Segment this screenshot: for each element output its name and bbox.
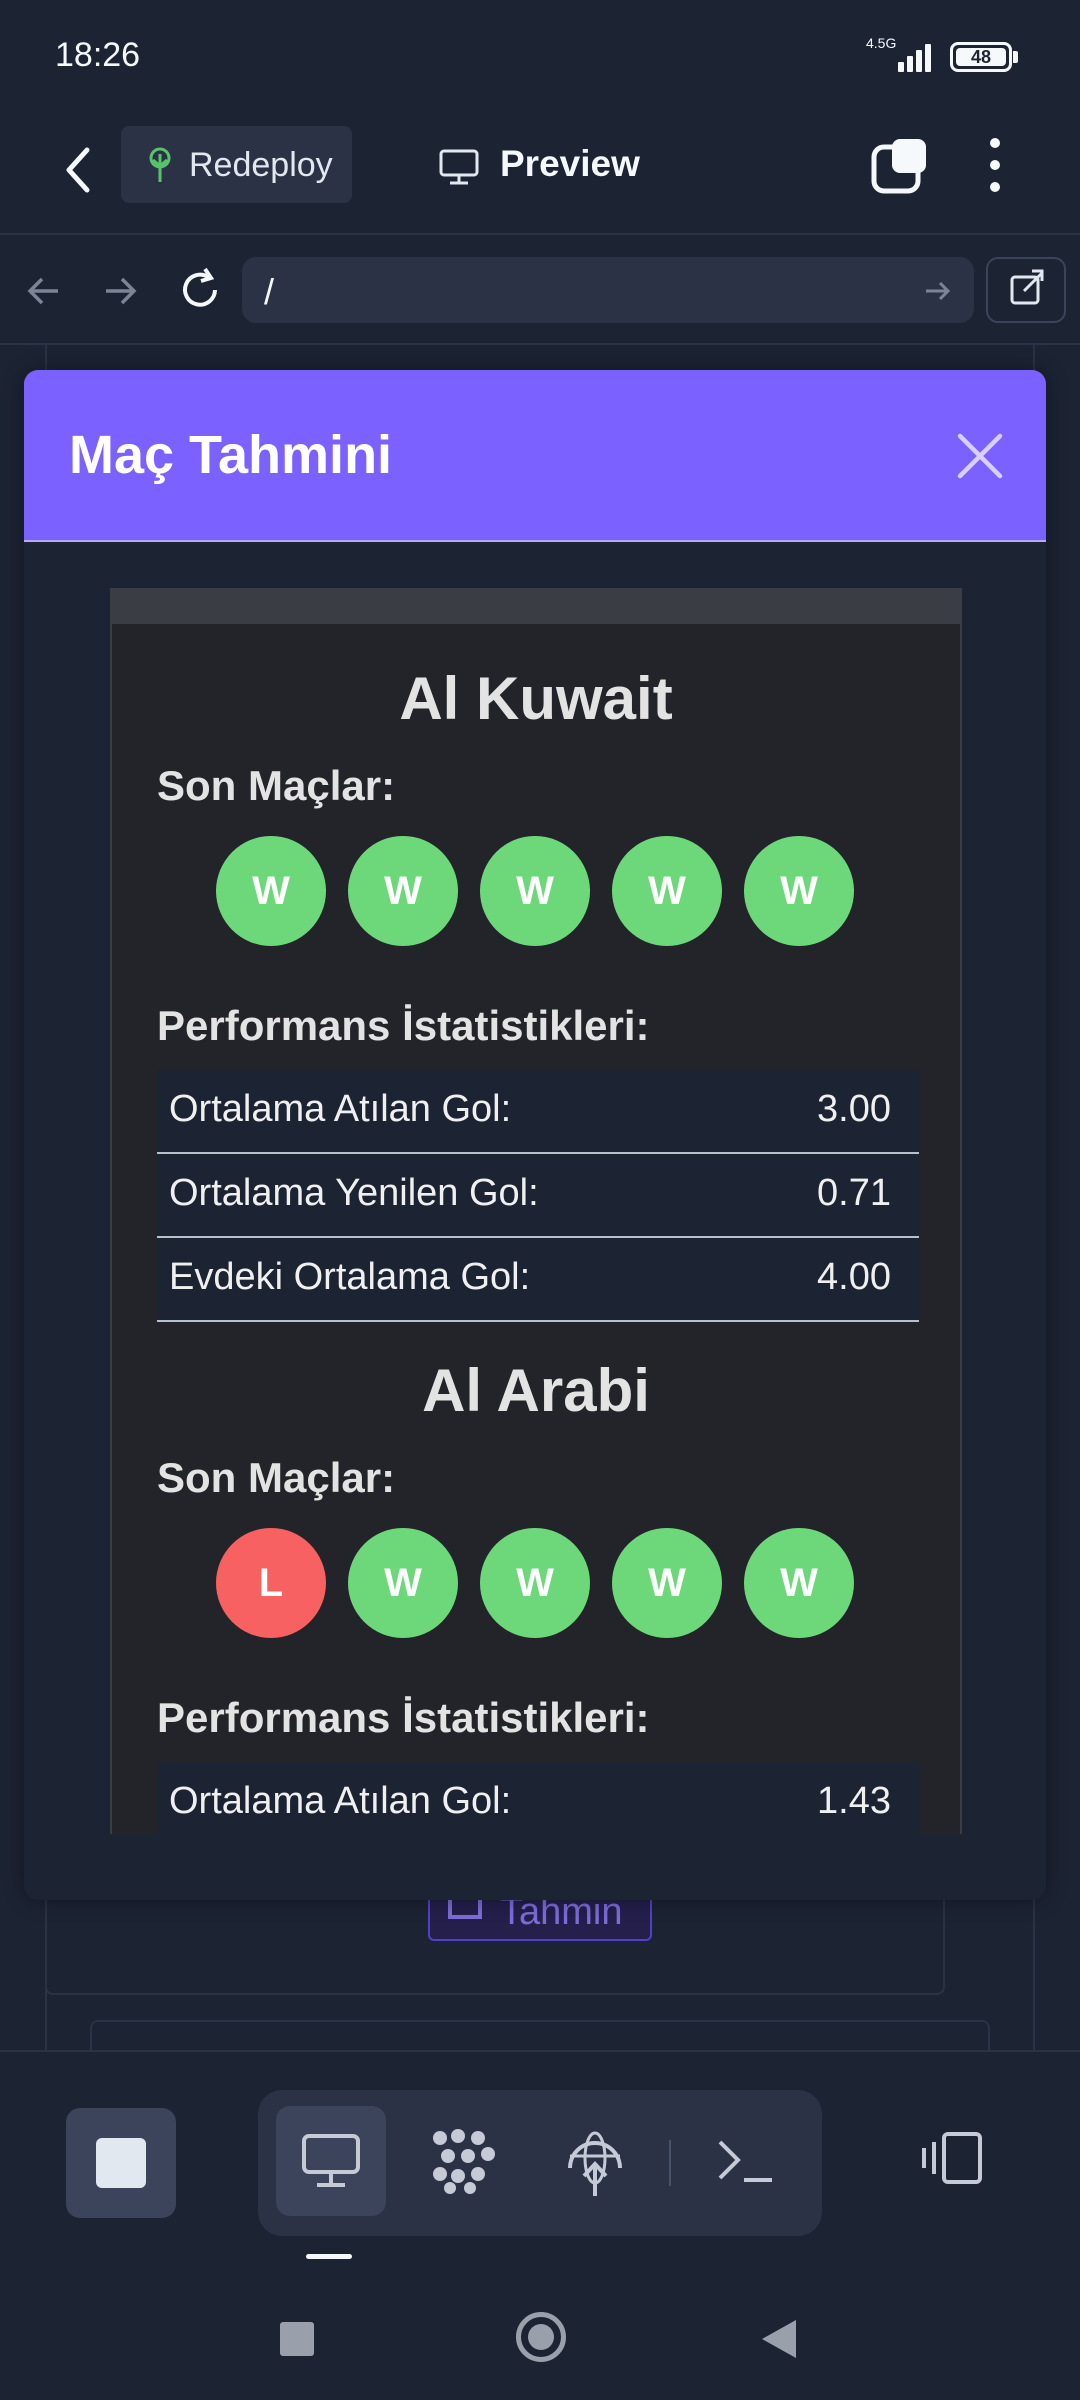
result-badge: W xyxy=(612,1528,722,1638)
nav-back-icon xyxy=(27,277,58,305)
open-external-button[interactable] xyxy=(986,257,1066,323)
result-badge: W xyxy=(480,836,590,946)
toolbar-divider xyxy=(669,2140,671,2186)
performance-stats-label: Performans İstatistikleri: xyxy=(157,1002,650,1049)
redeploy-tree-icon xyxy=(143,146,177,184)
active-tab-indicator xyxy=(306,2254,352,2259)
modal-close-button[interactable] xyxy=(954,430,1006,482)
stat-label: Ortalama Yenilen Gol: xyxy=(169,1172,539,1214)
battery-tip xyxy=(1013,51,1018,63)
preview-label: Preview xyxy=(500,143,640,184)
result-badge: W xyxy=(744,836,854,946)
stat-label: Evdeki Ortalama Gol: xyxy=(169,1256,531,1298)
status-bar: 18:26 4.5G 48 xyxy=(0,0,1080,110)
back-arrow-icon xyxy=(66,147,90,193)
url-input[interactable]: / xyxy=(242,257,974,323)
recents-button[interactable] xyxy=(280,2322,314,2356)
tabs-button[interactable] xyxy=(870,135,930,195)
go-button[interactable] xyxy=(922,275,954,307)
result-badge: L xyxy=(216,1528,326,1638)
stat-row: Ortalama Atılan Gol: 3.00 xyxy=(157,1070,919,1154)
go-arrow-icon xyxy=(926,281,951,301)
more-options-button[interactable] xyxy=(980,135,1010,195)
home-button[interactable] xyxy=(516,2312,566,2362)
home-icon xyxy=(528,2324,554,2350)
battery-level: 48 xyxy=(956,48,1006,66)
split-view-icon xyxy=(922,2132,982,2184)
nav-back-button[interactable] xyxy=(22,269,66,313)
system-navigation-bar xyxy=(0,2270,1080,2400)
modal-body[interactable]: Al Kuwait Son Maçlar: W W W W W Performa… xyxy=(24,544,1046,1834)
deploy-tool-button[interactable] xyxy=(540,2106,650,2216)
stop-button[interactable] xyxy=(66,2108,176,2218)
stats-table: Ortalama Atılan Gol: 3.00 Ortalama Yenil… xyxy=(157,1070,919,1322)
result-badge: W xyxy=(612,836,722,946)
url-bar-row: / xyxy=(0,237,1080,345)
stat-label: Ortalama Atılan Gol: xyxy=(169,1780,512,1822)
url-text: / xyxy=(264,271,275,312)
terminal-icon xyxy=(718,2140,772,2182)
tabs-icon xyxy=(871,139,926,194)
recent-results-row: L W W W W xyxy=(216,1528,856,1640)
team-name: Al Arabi xyxy=(422,1357,650,1424)
dots-grid-icon xyxy=(433,2129,495,2194)
redeploy-button[interactable]: Redeploy xyxy=(121,126,352,203)
app-bar: Redeploy Preview xyxy=(0,110,1080,235)
preview-tool-button[interactable] xyxy=(276,2106,386,2216)
stat-value: 3.00 xyxy=(817,1088,891,1130)
shell-tool-button[interactable] xyxy=(692,2106,802,2216)
result-badge: W xyxy=(348,1528,458,1638)
tool-group xyxy=(258,2090,822,2236)
stat-value: 0.71 xyxy=(817,1172,891,1214)
monitor-icon xyxy=(438,148,480,186)
status-time: 18:26 xyxy=(55,36,141,74)
result-badge: W xyxy=(348,836,458,946)
signal-icon xyxy=(888,40,936,72)
result-badge: W xyxy=(216,836,326,946)
nav-forward-button[interactable] xyxy=(98,269,142,313)
stat-value: 4.00 xyxy=(817,1256,891,1298)
stats-table: Ortalama Atılan Gol: 1.43 xyxy=(157,1762,919,1834)
more-vertical-icon xyxy=(990,138,1000,192)
recent-results-row: W W W W W xyxy=(216,836,856,948)
back-button[interactable] xyxy=(55,140,105,200)
stat-row: Ortalama Atılan Gol: 1.43 xyxy=(157,1762,919,1834)
external-link-icon xyxy=(1010,269,1044,305)
system-back-button[interactable] xyxy=(762,2320,796,2358)
frame-top-strip xyxy=(112,590,960,624)
reload-button[interactable] xyxy=(175,265,225,315)
recent-matches-label: Son Maçlar: xyxy=(157,762,396,809)
close-icon xyxy=(957,433,1003,479)
prediction-result-frame: Al Kuwait Son Maçlar: W W W W W Performa… xyxy=(110,588,962,1834)
performance-stats-label: Performans İstatistikleri: xyxy=(157,1694,650,1741)
stat-row: Ortalama Yenilen Gol: 0.71 xyxy=(157,1154,919,1238)
result-badge: W xyxy=(480,1528,590,1638)
preview-tab[interactable]: Preview xyxy=(438,138,678,198)
modal-title: Maç Tahmini xyxy=(69,425,393,485)
modal-header: Maç Tahmini xyxy=(24,370,1046,542)
recent-matches-label: Son Maçlar: xyxy=(157,1454,396,1501)
globe-upload-icon xyxy=(568,2131,622,2196)
match-prediction-modal: Maç Tahmini Al Kuwait Son Maçlar: W W W … xyxy=(24,370,1046,1900)
battery-icon: 48 xyxy=(950,42,1012,72)
monitor-icon xyxy=(302,2134,360,2187)
team-name: Al Kuwait xyxy=(399,665,673,732)
bottom-toolbar xyxy=(0,2050,1080,2270)
stat-row: Evdeki Ortalama Gol: 4.00 xyxy=(157,1238,919,1322)
split-view-button[interactable] xyxy=(918,2128,988,2188)
redeploy-label: Redeploy xyxy=(189,146,333,184)
workspace-tool-button[interactable] xyxy=(408,2106,518,2216)
stat-label: Ortalama Atılan Gol: xyxy=(169,1088,512,1130)
stop-icon xyxy=(96,2138,146,2188)
stat-value: 1.43 xyxy=(817,1780,891,1822)
nav-forward-icon xyxy=(106,277,137,305)
reload-icon xyxy=(183,267,217,307)
result-badge: W xyxy=(744,1528,854,1638)
